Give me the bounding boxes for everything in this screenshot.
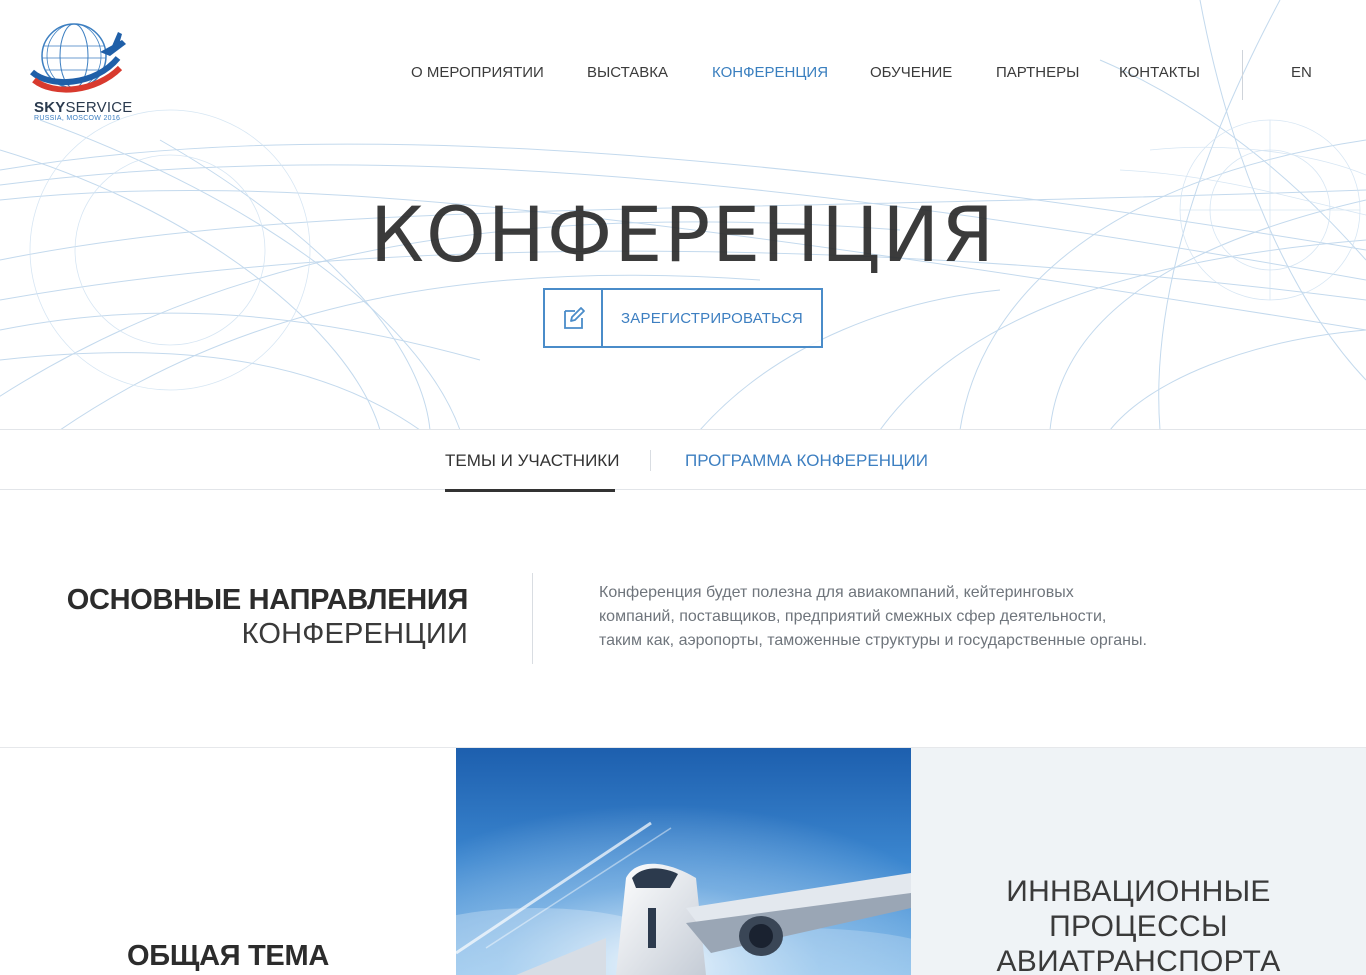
skyservice-logo[interactable]: SKYSERVICE RUSSIA, MOSCOW 2016 — [30, 18, 133, 128]
nav-item-exhibition[interactable]: ВЫСТАВКА — [587, 64, 668, 81]
register-icon-box — [545, 290, 603, 346]
airplane-photo — [456, 748, 911, 975]
card-general-topic[interactable]: ОБЩАЯ ТЕМА — [0, 748, 456, 975]
nav-divider — [1242, 50, 1243, 100]
airplane-sky-image — [456, 748, 911, 975]
nav-item-conference[interactable]: КОНФЕРЕНЦИЯ — [712, 64, 828, 81]
nav-item-partners[interactable]: ПАРТНЕРЫ — [996, 64, 1079, 81]
card-general-topic-title: ОБЩАЯ ТЕМА — [127, 940, 329, 972]
register-button-label: ЗАРЕГИСТРИРОВАТЬСЯ — [621, 310, 803, 327]
tab-topics-participants[interactable]: ТЕМЫ И УЧАСТНИКИ — [445, 430, 619, 492]
tab-conference-program[interactable]: ПРОГРАММА КОНФЕРЕНЦИИ — [685, 430, 928, 490]
nav-item-training[interactable]: ОБУЧЕНИЕ — [870, 64, 952, 81]
nav-item-about[interactable]: О МЕРОПРИЯТИИ — [411, 64, 544, 81]
directions-divider — [532, 573, 533, 664]
edit-icon — [564, 307, 585, 329]
card-innovation-title-line: АВИАТРАНСПОРТА — [996, 945, 1281, 975]
nav-item-contacts[interactable]: КОНТАКТЫ — [1119, 64, 1200, 81]
conference-tabs: ТЕМЫ И УЧАСТНИКИ ПРОГРАММА КОНФЕРЕНЦИИ — [0, 429, 1366, 492]
globe-airplane-icon — [30, 23, 126, 93]
directions-description: Конференция будет полезна для авиакомпан… — [599, 581, 1199, 653]
card-innovation-title-line: ПРОЦЕССЫ — [1049, 910, 1228, 943]
card-innovation-title: ИННВАЦИОННЫЕ ПРОЦЕССЫ АВИАТРАНСПОРТА — [911, 874, 1366, 975]
directions-title-light: КОНФЕРЕНЦИИ — [241, 618, 468, 650]
hero-section: SKYSERVICE RUSSIA, MOSCOW 2016 О МЕРОПРИ… — [0, 0, 1366, 430]
directions-text-line: таким как, аэропорты, таможенные структу… — [599, 632, 1147, 649]
directions-section: ОСНОВНЫЕ НАПРАВЛЕНИЯ КОНФЕРЕНЦИИ Конфере… — [0, 490, 1366, 748]
card-innovation-title-line: ИННВАЦИОННЫЕ — [1006, 875, 1271, 908]
register-button[interactable]: ЗАРЕГИСТРИРОВАТЬСЯ — [543, 288, 823, 348]
directions-title-bold: ОСНОВНЫЕ НАПРАВЛЕНИЯ — [66, 584, 469, 616]
logo-subtitle: RUSSIA, MOSCOW 2016 — [34, 115, 121, 122]
logo-wordmark: SKYSERVICE — [34, 99, 133, 116]
page-title: КОНФЕРЕНЦИЯ — [369, 190, 997, 279]
language-switch[interactable]: EN — [1291, 64, 1312, 81]
directions-text-line: Конференция будет полезна для авиакомпан… — [599, 584, 1074, 601]
tab-separator — [650, 450, 651, 471]
card-innovation[interactable]: ИННВАЦИОННЫЕ ПРОЦЕССЫ АВИАТРАНСПОРТА — [911, 748, 1366, 975]
directions-text-line: компаний, поставщиков, предприятий смежн… — [599, 608, 1107, 625]
